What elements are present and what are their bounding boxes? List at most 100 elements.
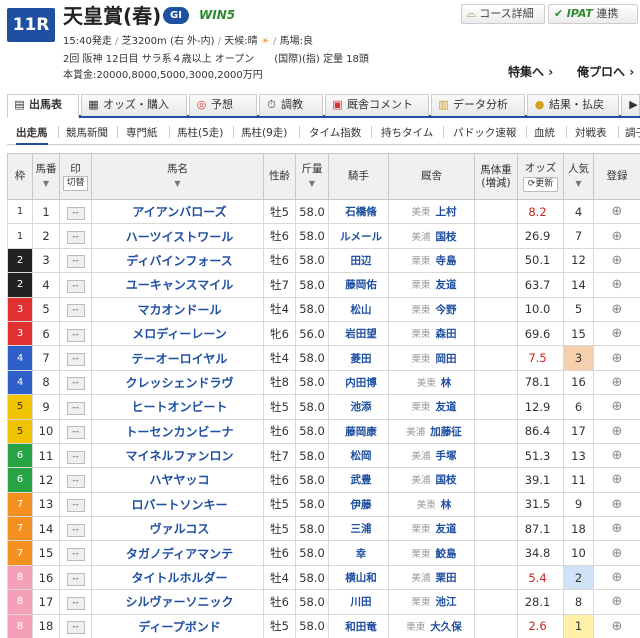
- jockey-link[interactable]: 内田博: [328, 369, 389, 396]
- add-favorite-icon[interactable]: ⊕: [612, 424, 623, 439]
- trainer-link[interactable]: 大久保: [430, 621, 462, 633]
- register-cell[interactable]: ⊕: [593, 540, 640, 566]
- jockey-link[interactable]: 岩田望: [328, 320, 389, 347]
- add-favorite-icon[interactable]: ⊕: [612, 448, 623, 463]
- horse-name-link[interactable]: メロディーレーン: [91, 320, 264, 347]
- horse-name-link[interactable]: タイトルホルダー: [91, 564, 264, 591]
- horse-name-link[interactable]: ヒートオンビート: [91, 394, 264, 420]
- register-cell[interactable]: ⊕: [593, 296, 640, 322]
- subnav-mochi-time[interactable]: 持ちタイム: [381, 125, 433, 140]
- register-cell[interactable]: ⊕: [593, 467, 640, 493]
- trainer-link[interactable]: 手塚: [436, 450, 457, 462]
- mark-select[interactable]: --: [66, 255, 85, 269]
- jockey-link[interactable]: 横山和: [328, 564, 389, 591]
- jockey-link[interactable]: 三浦: [328, 516, 389, 542]
- mark-cell[interactable]: --: [59, 613, 92, 638]
- odds-refresh-button[interactable]: ⟳更新: [522, 176, 559, 192]
- mark-select[interactable]: --: [66, 231, 85, 245]
- add-favorite-icon[interactable]: ⊕: [612, 302, 623, 317]
- register-cell[interactable]: ⊕: [593, 442, 640, 469]
- horse-name-link[interactable]: マカオンドール: [91, 296, 264, 322]
- trainer-link[interactable]: 森田: [436, 328, 457, 340]
- trainer-link[interactable]: 国枝: [436, 474, 457, 486]
- register-cell[interactable]: ⊕: [593, 491, 640, 518]
- horse-name-link[interactable]: ハヤヤッコ: [91, 467, 264, 493]
- subnav-paddock[interactable]: パドック速報: [453, 125, 516, 140]
- register-cell[interactable]: ⊕: [593, 516, 640, 542]
- trainer-link[interactable]: 林: [441, 499, 452, 511]
- mark-cell[interactable]: --: [59, 223, 92, 249]
- trainer-link[interactable]: 栗田: [436, 572, 457, 584]
- horse-name-link[interactable]: ディープボンド: [91, 613, 264, 638]
- col-horse-name[interactable]: 馬名 ▼: [91, 153, 264, 200]
- horse-name-link[interactable]: ディバインフォース: [91, 247, 264, 274]
- mark-select[interactable]: --: [66, 572, 85, 586]
- mark-cell[interactable]: --: [59, 564, 92, 591]
- mark-select[interactable]: --: [66, 401, 85, 415]
- jockey-link[interactable]: 伊藤: [328, 491, 389, 518]
- trainer-link[interactable]: 林: [441, 377, 452, 389]
- mark-cell[interactable]: --: [59, 369, 92, 396]
- trainer-link[interactable]: 友道: [436, 401, 457, 413]
- subnav-condition[interactable]: 調子: [625, 125, 640, 140]
- mark-cell[interactable]: --: [59, 272, 92, 298]
- jockey-link[interactable]: 和田竜: [328, 613, 389, 638]
- register-cell[interactable]: ⊕: [593, 320, 640, 347]
- add-favorite-icon[interactable]: ⊕: [612, 253, 623, 268]
- mark-select[interactable]: --: [66, 426, 85, 440]
- jockey-link[interactable]: 石橋脩: [328, 198, 389, 225]
- trainer-link[interactable]: 上村: [436, 206, 457, 218]
- mark-select[interactable]: --: [66, 206, 85, 220]
- horse-name-link[interactable]: ハーツイストワール: [91, 223, 264, 249]
- tab-data-analysis[interactable]: ▥ データ分析: [431, 94, 525, 116]
- register-cell[interactable]: ⊕: [593, 613, 640, 638]
- add-favorite-icon[interactable]: ⊕: [612, 472, 623, 487]
- mark-select[interactable]: --: [66, 621, 85, 635]
- tab-yoso[interactable]: ◎ 予想: [189, 94, 257, 116]
- subnav-senmonshi[interactable]: 専門紙: [126, 125, 158, 140]
- jockey-link[interactable]: 菱田: [328, 345, 389, 371]
- col-weight[interactable]: 斤量 ▼: [295, 153, 329, 200]
- jockey-link[interactable]: 松岡: [328, 442, 389, 469]
- add-favorite-icon[interactable]: ⊕: [612, 277, 623, 292]
- register-cell[interactable]: ⊕: [593, 589, 640, 615]
- subnav-shutsubaba[interactable]: 出走馬: [16, 125, 48, 145]
- mark-select[interactable]: --: [66, 279, 85, 293]
- trainer-link[interactable]: 友道: [436, 523, 457, 535]
- jockey-link[interactable]: 松山: [328, 296, 389, 322]
- add-favorite-icon[interactable]: ⊕: [612, 594, 623, 609]
- horse-name-link[interactable]: テーオーロイヤル: [91, 345, 264, 371]
- mark-select[interactable]: --: [66, 377, 85, 391]
- register-cell[interactable]: ⊕: [593, 394, 640, 420]
- mark-select[interactable]: --: [66, 596, 85, 610]
- mark-select[interactable]: --: [66, 548, 85, 562]
- mark-cell[interactable]: --: [59, 320, 92, 347]
- subnav-umabashira5[interactable]: 馬柱(5走): [177, 125, 223, 140]
- tab-more[interactable]: ▶: [621, 94, 640, 116]
- register-cell[interactable]: ⊕: [593, 223, 640, 249]
- tab-stable-comment[interactable]: ▣ 厩舎コメント: [325, 94, 429, 116]
- register-cell[interactable]: ⊕: [593, 272, 640, 298]
- trainer-link[interactable]: 寺島: [436, 255, 457, 267]
- horse-name-link[interactable]: トーセンカンビーナ: [91, 418, 264, 444]
- register-cell[interactable]: ⊕: [593, 198, 640, 225]
- horse-name-link[interactable]: ロバートソンキー: [91, 491, 264, 518]
- course-detail-button[interactable]: ⌓ コース詳細: [461, 4, 545, 24]
- special-feature-link[interactable]: 特集へ ›: [508, 63, 553, 80]
- mark-cell[interactable]: --: [59, 247, 92, 274]
- add-favorite-icon[interactable]: ⊕: [612, 204, 623, 219]
- jockey-link[interactable]: ルメール: [328, 223, 389, 249]
- mark-cell[interactable]: --: [59, 589, 92, 615]
- horse-name-link[interactable]: タガノディアマンテ: [91, 540, 264, 566]
- col-popularity[interactable]: 人気 ▼: [563, 153, 594, 200]
- mark-cell[interactable]: --: [59, 296, 92, 322]
- jockey-link[interactable]: 池添: [328, 394, 389, 420]
- trainer-link[interactable]: 池江: [436, 596, 457, 608]
- toggle-button[interactable]: 切替: [63, 175, 88, 191]
- jockey-link[interactable]: 川田: [328, 589, 389, 615]
- subnav-matchup[interactable]: 対戦表: [575, 125, 607, 140]
- ore-pro-link[interactable]: 俺プロへ ›: [577, 63, 634, 80]
- mark-cell[interactable]: --: [59, 467, 92, 493]
- mark-cell[interactable]: --: [59, 491, 92, 518]
- mark-cell[interactable]: --: [59, 394, 92, 420]
